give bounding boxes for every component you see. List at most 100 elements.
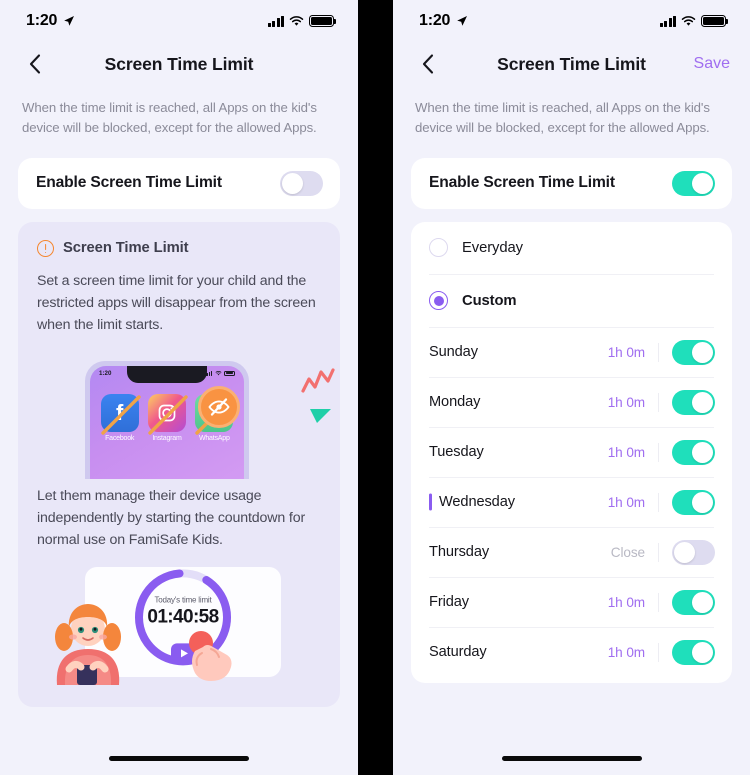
phone-status-indicators — [204, 370, 235, 377]
enable-screen-time-limit-label-left: Enable Screen Time Limit — [36, 174, 222, 192]
wifi-icon — [681, 15, 696, 26]
enable-card-right: Enable Screen Time Limit — [411, 157, 732, 209]
timer-ring-label: Today's time limit — [154, 595, 212, 605]
page-description-right: When the time limit is reached, all Apps… — [415, 100, 710, 136]
day-value-monday[interactable]: 1h 0m — [608, 395, 645, 410]
status-bar-time: 1:20 — [26, 12, 58, 29]
day-label-tuesday: Tuesday — [429, 444, 484, 461]
phone-mockup-illustration: 1:20 f Facebook Instagram WhatsApp — [37, 353, 335, 479]
app-label-instagram: Instagram — [152, 434, 182, 442]
day-toggle-thursday[interactable] — [672, 539, 715, 565]
enable-screen-time-limit-row-right[interactable]: Enable Screen Time Limit — [411, 158, 732, 209]
enable-screen-time-limit-toggle-right[interactable] — [672, 170, 715, 196]
hand-tapping-illustration — [189, 630, 232, 681]
day-row-saturday[interactable]: Saturday 1h 0m — [411, 628, 732, 677]
battery-full-icon — [309, 15, 337, 27]
day-toggle-wednesday[interactable] — [672, 489, 715, 515]
triangle-decoration-icon — [310, 408, 331, 423]
wifi-icon — [289, 15, 304, 26]
schedule-option-everyday[interactable]: Everyday — [411, 222, 732, 274]
day-controls-sunday: 1h 0m — [608, 339, 715, 365]
day-label-thursday: Thursday — [429, 544, 490, 561]
day-toggle-friday[interactable] — [672, 589, 715, 615]
nav-bar-left: Screen Time Limit — [0, 42, 358, 86]
day-label-monday: Monday — [429, 394, 481, 411]
day-label-friday: Friday — [429, 594, 469, 611]
cellular-bars-icon — [267, 15, 284, 27]
day-controls-monday: 1h 0m — [608, 389, 715, 415]
app-label-facebook: Facebook — [105, 434, 135, 442]
day-value-saturday[interactable]: 1h 0m — [608, 645, 645, 660]
day-row-tuesday[interactable]: Tuesday 1h 0m — [411, 428, 732, 477]
eye-slash-glyph — [208, 398, 230, 416]
home-indicator-right — [501, 756, 642, 761]
dual-screenshot-stage: 1:20 Screen Time Limit When the time lim… — [0, 0, 750, 775]
phone-status-time: 1:20 — [99, 369, 112, 377]
day-toggle-tuesday[interactable] — [672, 439, 715, 465]
back-button-left[interactable] — [22, 51, 48, 77]
screen-time-limit-info-card: Screen Time Limit Set a screen time limi… — [18, 221, 340, 707]
day-value-thursday[interactable]: Close — [611, 545, 645, 560]
left-phone-screen: 1:20 Screen Time Limit When the time lim… — [0, 0, 358, 775]
day-toggle-saturday[interactable] — [672, 639, 715, 665]
battery-full-icon — [701, 15, 729, 27]
day-value-wednesday[interactable]: 1h 0m — [608, 495, 645, 510]
day-row-thursday[interactable]: Thursday Close — [411, 528, 732, 577]
schedule-option-everyday-label: Everyday — [462, 239, 523, 256]
cellular-bars-icon — [659, 15, 676, 27]
enable-screen-time-limit-row-left[interactable]: Enable Screen Time Limit — [18, 158, 340, 209]
info-card-title: Screen Time Limit — [63, 240, 189, 257]
vertical-separator — [658, 642, 659, 662]
vertical-separator — [658, 542, 659, 562]
active-day-marker-wednesday — [429, 493, 433, 511]
info-card-header: Screen Time Limit — [37, 239, 321, 257]
page-title-left: Screen Time Limit — [104, 53, 254, 74]
status-bar-time-group-right: 1:20 — [419, 12, 468, 30]
vertical-separator — [658, 342, 659, 362]
home-indicator-left — [109, 756, 249, 761]
timer-illustration: Today's time limit 01:40:58 — [37, 566, 321, 685]
day-value-tuesday[interactable]: 1h 0m — [608, 445, 645, 460]
day-toggle-monday[interactable] — [672, 389, 715, 415]
schedule-option-custom[interactable]: Custom — [411, 275, 732, 327]
schedule-options-card: Everyday Custom Sunday 1h 0m Monday 1h 0… — [411, 221, 732, 683]
vertical-separator — [658, 392, 659, 412]
day-controls-saturday: 1h 0m — [608, 639, 715, 665]
panel-gutter — [358, 0, 393, 775]
day-row-monday[interactable]: Monday 1h 0m — [411, 378, 732, 427]
radio-custom-icon[interactable] — [429, 291, 448, 311]
chevron-left-icon — [29, 54, 41, 74]
back-button-right[interactable] — [415, 51, 441, 77]
day-row-friday[interactable]: Friday 1h 0m — [411, 578, 732, 627]
enable-card-left: Enable Screen Time Limit — [18, 157, 340, 209]
schedule-option-custom-label: Custom — [462, 292, 517, 309]
girl-with-phone-illustration — [55, 603, 121, 685]
chevron-left-icon — [422, 54, 434, 74]
enable-screen-time-limit-toggle-left[interactable] — [280, 170, 323, 196]
app-tile-instagram: Instagram — [147, 393, 188, 442]
day-row-wednesday[interactable]: Wednesday 1h 0m — [411, 478, 732, 527]
status-bar-time-right: 1:20 — [419, 12, 451, 29]
phone-status-bar: 1:20 — [90, 366, 244, 377]
radio-everyday-icon[interactable] — [429, 238, 448, 258]
save-button[interactable]: Save — [694, 55, 730, 73]
day-value-sunday[interactable]: 1h 0m — [608, 345, 645, 360]
info-card-body-text-2: Let them manage their device usage indep… — [37, 487, 306, 548]
vertical-separator — [658, 492, 659, 512]
right-phone-screen: 1:20 Screen Time Limit Save When the tim… — [393, 0, 750, 775]
app-tile-facebook: f Facebook — [100, 393, 141, 442]
enable-screen-time-limit-label-right: Enable Screen Time Limit — [429, 174, 615, 192]
day-toggle-sunday[interactable] — [672, 339, 715, 365]
day-controls-tuesday: 1h 0m — [608, 439, 715, 465]
exclamation-circle-icon — [37, 239, 54, 257]
status-bar-indicators-right — [659, 15, 729, 27]
nav-bar-right: Screen Time Limit Save — [393, 42, 750, 86]
day-value-friday[interactable]: 1h 0m — [608, 595, 645, 610]
day-label-wednesday: Wednesday — [439, 494, 515, 511]
instagram-icon — [147, 393, 186, 432]
app-label-whatsapp: WhatsApp — [198, 434, 230, 442]
vertical-separator — [658, 592, 659, 612]
day-row-sunday[interactable]: Sunday 1h 0m — [411, 328, 732, 377]
phone-screen-content: 1:20 f Facebook Instagram WhatsApp — [90, 365, 244, 479]
status-bar-indicators-left — [267, 15, 337, 27]
